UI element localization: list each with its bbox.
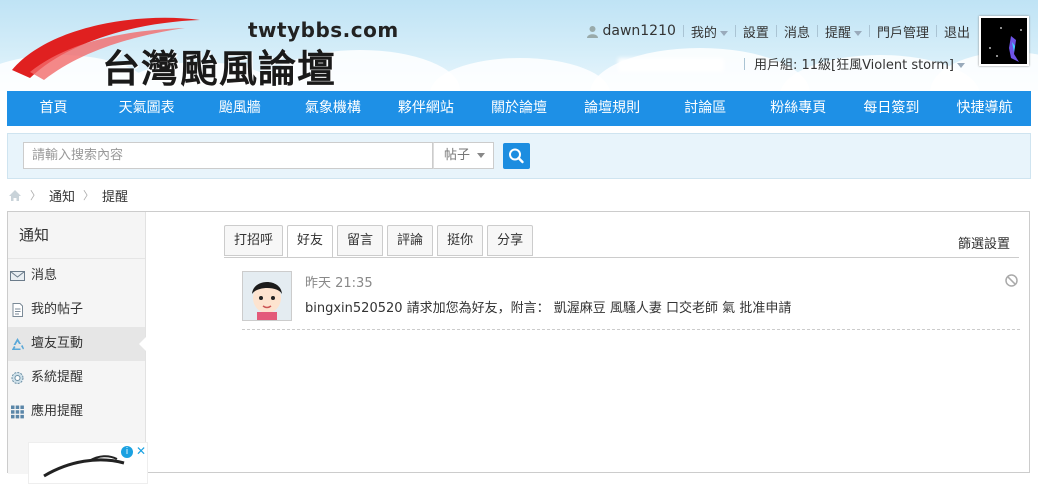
username-link[interactable]: dawn1210	[602, 23, 675, 39]
tab-divider	[224, 257, 1019, 258]
nav-fan-page[interactable]: 粉絲專頁	[752, 91, 845, 126]
notice-time: 昨天 21:35	[305, 276, 373, 291]
search-icon	[509, 148, 524, 164]
my-menu-label: 我的	[690, 25, 717, 41]
messages-link[interactable]: 消息	[784, 22, 810, 41]
my-menu[interactable]: 我的	[691, 22, 728, 41]
recycle-icon	[12, 338, 24, 350]
breadcrumb-notice[interactable]: 通知	[49, 186, 75, 205]
search-type-label: 帖子	[444, 148, 471, 163]
search-type-select[interactable]: 帖子	[433, 142, 494, 169]
sidebar-item-label: 我的帖子	[31, 302, 84, 317]
nav-quick-nav[interactable]: 快捷導航	[938, 91, 1031, 126]
grid-icon	[11, 405, 24, 419]
reminders-menu[interactable]: 提醒	[825, 22, 862, 41]
nav-forum[interactable]: 討論區	[659, 91, 752, 126]
tab-comments-wall[interactable]: 留言	[337, 225, 384, 256]
search-input[interactable]: 請輸入搜索內容	[23, 142, 433, 169]
breadcrumb-reminder[interactable]: 提醒	[102, 186, 128, 205]
chevron-down-icon	[957, 63, 965, 68]
reminders-menu-label: 提醒	[824, 25, 851, 41]
site-header: twtybbs.com 台灣颱風論壇 dawn1210 我的 設置 消息 提醒 …	[0, 0, 1038, 91]
nav-daily-checkin[interactable]: 每日簽到	[845, 91, 938, 126]
nav-about[interactable]: 關於論壇	[472, 91, 565, 126]
ad-banner[interactable]: i ✕	[28, 442, 148, 484]
nav-weather-charts[interactable]: 天氣圖表	[100, 91, 193, 126]
divider	[743, 57, 745, 70]
user-icon	[587, 25, 599, 38]
chevron-down-icon	[853, 30, 862, 36]
sidebar-item-my-posts[interactable]: 我的帖子	[8, 293, 145, 327]
blurred-region	[618, 58, 724, 72]
search-bar: 請輸入搜索內容 帖子	[7, 133, 1031, 179]
tab-greeting[interactable]: 打招呼	[224, 225, 284, 256]
sidebar-item-messages[interactable]: 消息	[8, 259, 145, 293]
gear-icon	[11, 372, 24, 384]
avatar-image	[981, 18, 1027, 64]
search-button[interactable]	[503, 143, 530, 169]
tab-reviews[interactable]: 評論	[387, 225, 434, 256]
user-group-menu[interactable]: 用戶組: 11級[狂風Violent storm]	[754, 54, 965, 73]
notice-avatar[interactable]	[242, 271, 292, 321]
chevron-down-icon	[477, 153, 486, 158]
document-icon	[12, 303, 23, 317]
tab-friends[interactable]: 好友	[287, 225, 334, 258]
user-group-bar: 用戶組: 11級[狂風Violent storm]	[735, 54, 965, 73]
sidebar: 通知 消息 我的帖子 壇友互動 系統提醒 應用提醒 i ✕	[8, 212, 148, 484]
user-bar: dawn1210 我的 設置 消息 提醒 門戶管理 退出	[586, 20, 970, 42]
portal-admin-link[interactable]: 門戶管理	[877, 22, 929, 41]
filter-settings-link[interactable]: 篩選設置	[958, 233, 1010, 252]
sidebar-item-label: 消息	[31, 268, 58, 283]
envelope-icon	[10, 271, 25, 281]
delete-icon[interactable]	[1005, 274, 1018, 287]
sidebar-item-label: 壇友互動	[31, 336, 84, 351]
settings-link[interactable]: 設置	[743, 22, 769, 41]
sidebar-item-system-reminders[interactable]: 系統提醒	[8, 361, 145, 395]
notice-item: 昨天 21:35 bingxin520520 請求加您為好友，附言： 凱渥麻豆 …	[242, 268, 1020, 330]
sidebar-title: 通知	[8, 212, 145, 259]
tab-support[interactable]: 挺你	[437, 225, 484, 256]
nav-typhoon-wall[interactable]: 颱風牆	[193, 91, 286, 126]
site-logo[interactable]: twtybbs.com 台灣颱風論壇	[10, 10, 398, 91]
sidebar-item-app-reminders[interactable]: 應用提醒	[8, 395, 145, 429]
close-icon[interactable]: ✕	[136, 444, 146, 458]
notice-tabs: 打招呼 好友 留言 評論 挺你 分享	[224, 225, 537, 258]
user-group-label: 用戶組: 11級[狂風Violent storm]	[753, 58, 954, 73]
main-nav: 首頁 天氣圖表 颱風牆 氣象機構 夥伴網站 關於論壇 論壇規則 討論區 粉絲專頁…	[7, 91, 1031, 126]
home-icon[interactable]	[8, 189, 22, 202]
nav-weather-agencies[interactable]: 氣象機構	[286, 91, 379, 126]
chevron-right-icon: 〉	[30, 189, 41, 202]
logout-link[interactable]: 退出	[944, 22, 970, 41]
logo-name-text: 台灣颱風論壇	[102, 47, 337, 91]
breadcrumb: 〉 通知 〉 提醒	[8, 186, 128, 205]
notice-text: bingxin520520 請求加您為好友，附言： 凱渥麻豆 風騷人妻 口交老師…	[305, 301, 792, 316]
nav-home[interactable]: 首頁	[7, 91, 100, 126]
ad-image	[43, 455, 125, 478]
content-panel: 通知 消息 我的帖子 壇友互動 系統提醒 應用提醒 i ✕ 打招呼 好友 留言 …	[7, 211, 1030, 484]
nav-rules[interactable]: 論壇規則	[566, 91, 659, 126]
tab-share[interactable]: 分享	[487, 225, 534, 256]
user-avatar[interactable]	[979, 16, 1029, 66]
chevron-down-icon	[719, 30, 728, 36]
cartoon-avatar-image	[243, 272, 291, 320]
sidebar-item-label: 系統提醒	[31, 370, 84, 385]
chevron-right-icon: 〉	[83, 189, 95, 202]
nav-partner-sites[interactable]: 夥伴網站	[379, 91, 472, 126]
sidebar-item-member-interaction[interactable]: 壇友互動	[8, 327, 146, 361]
sidebar-item-label: 應用提醒	[31, 404, 84, 419]
